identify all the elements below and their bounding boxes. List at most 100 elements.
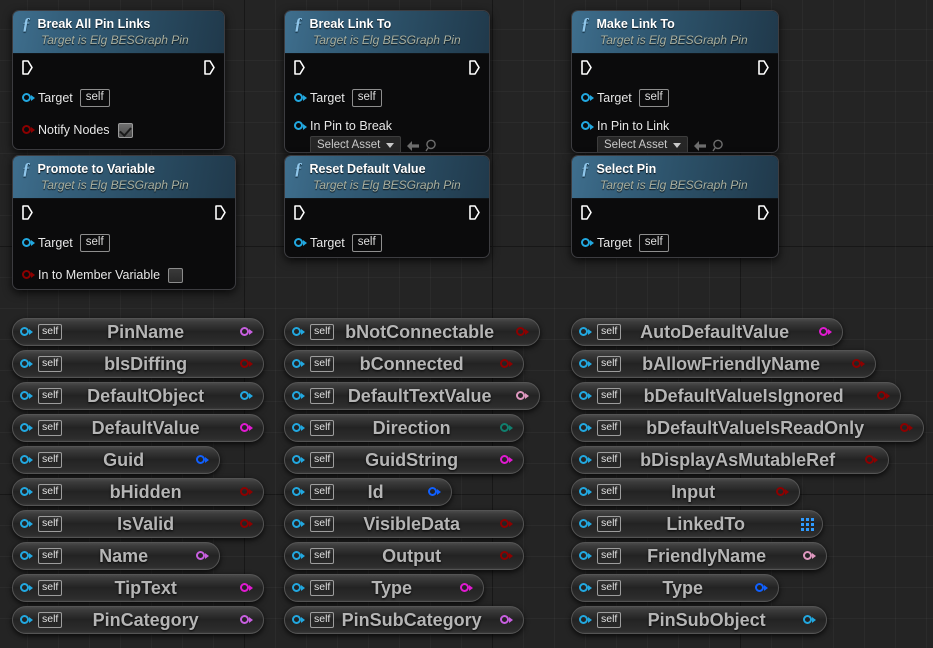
- node-header[interactable]: ƒ Reset Default Value Target is Elg BESGra…: [285, 156, 489, 199]
- exec-in-pin[interactable]: [294, 205, 305, 220]
- pin-checkbox[interactable]: [117, 122, 133, 138]
- pin-connector[interactable]: [20, 550, 33, 563]
- pin-checkbox[interactable]: [168, 267, 184, 283]
- self-value-box[interactable]: self: [597, 580, 622, 596]
- self-value-box[interactable]: self: [38, 388, 63, 404]
- variable-getter-node[interactable]: self Id: [284, 478, 452, 506]
- exec-in-pin[interactable]: [581, 205, 592, 220]
- pin-connector[interactable]: [20, 486, 33, 499]
- blueprint-graph-canvas[interactable]: ƒ Break All Pin Links Target is Elg BESGra…: [0, 0, 933, 648]
- pin-connector[interactable]: [428, 486, 441, 499]
- pin-connector[interactable]: [581, 237, 594, 250]
- pin-connector[interactable]: [20, 422, 33, 435]
- self-value-box[interactable]: self: [38, 452, 63, 468]
- use-selected-asset-icon[interactable]: [406, 140, 420, 152]
- use-selected-asset-icon[interactable]: [693, 140, 707, 152]
- pin-connector[interactable]: [776, 486, 789, 499]
- variable-getter-node[interactable]: self AutoDefaultValue: [571, 318, 843, 346]
- pin-connector[interactable]: [292, 614, 305, 627]
- pin-connector[interactable]: [579, 486, 592, 499]
- variable-getter-node[interactable]: self bDefaultValueIsIgnored: [571, 382, 901, 410]
- pin-connector[interactable]: [22, 237, 35, 250]
- pin-connector[interactable]: [579, 326, 592, 339]
- self-value-box[interactable]: self: [79, 89, 110, 107]
- function-node[interactable]: ƒ Break All Pin Links Target is Elg BESGra…: [12, 10, 225, 150]
- pin-connector[interactable]: [292, 422, 305, 435]
- pin-connector[interactable]: [22, 269, 35, 282]
- self-value-box[interactable]: self: [597, 516, 622, 532]
- node-header[interactable]: ƒ Make Link To Target is Elg BESGraph Pin: [572, 11, 778, 54]
- pin-connector[interactable]: [579, 358, 592, 371]
- pin-connector[interactable]: [579, 582, 592, 595]
- pin-connector[interactable]: [516, 390, 529, 403]
- variable-getter-node[interactable]: self bAllowFriendlyName: [571, 350, 876, 378]
- pin-connector[interactable]: [500, 518, 513, 531]
- pin-connector[interactable]: [240, 326, 253, 339]
- self-value-box[interactable]: self: [38, 420, 63, 436]
- pin-connector[interactable]: [196, 454, 209, 467]
- pin-connector[interactable]: [579, 518, 592, 531]
- exec-out-pin[interactable]: [758, 205, 769, 220]
- pin-connector[interactable]: [294, 120, 307, 133]
- variable-getter-node[interactable]: self bNotConnectable: [284, 318, 540, 346]
- pin-connector[interactable]: [240, 614, 253, 627]
- pin-connector[interactable]: [755, 582, 768, 595]
- self-value-box[interactable]: self: [310, 388, 335, 404]
- pin-connector[interactable]: [581, 120, 594, 133]
- variable-getter-node[interactable]: self GuidString: [284, 446, 524, 474]
- variable-getter-node[interactable]: self Output: [284, 542, 524, 570]
- pin-connector[interactable]: [240, 486, 253, 499]
- pin-connector[interactable]: [579, 454, 592, 467]
- variable-getter-node[interactable]: self Input: [571, 478, 800, 506]
- node-header[interactable]: ƒ Promote to Variable Target is Elg BESGra…: [13, 156, 235, 199]
- pin-connector[interactable]: [865, 454, 878, 467]
- node-header[interactable]: ƒ Break All Pin Links Target is Elg BESGra…: [13, 11, 224, 54]
- self-value-box[interactable]: self: [310, 612, 335, 628]
- variable-getter-node[interactable]: self FriendlyName: [571, 542, 827, 570]
- self-value-box[interactable]: self: [38, 580, 63, 596]
- pin-connector[interactable]: [20, 390, 33, 403]
- self-value-box[interactable]: self: [597, 548, 622, 564]
- pin-connector[interactable]: [581, 92, 594, 105]
- asset-select-dropdown[interactable]: Select Asset: [597, 136, 689, 152]
- self-value-box[interactable]: self: [310, 580, 335, 596]
- pin-connector[interactable]: [803, 614, 816, 627]
- pin-connector[interactable]: [240, 390, 253, 403]
- pin-connector[interactable]: [460, 582, 473, 595]
- exec-out-pin[interactable]: [758, 60, 769, 75]
- variable-getter-node[interactable]: self PinName: [12, 318, 264, 346]
- node-header[interactable]: ƒ Break Link To Target is Elg BESGraph Pin: [285, 11, 489, 54]
- self-value-box[interactable]: self: [310, 452, 335, 468]
- variable-getter-node[interactable]: self PinCategory: [12, 606, 264, 634]
- self-value-box[interactable]: self: [597, 484, 622, 500]
- pin-connector[interactable]: [20, 582, 33, 595]
- pin-connector[interactable]: [500, 358, 513, 371]
- variable-getter-node[interactable]: self bHidden: [12, 478, 264, 506]
- self-value-box[interactable]: self: [351, 89, 382, 107]
- pin-connector[interactable]: [240, 518, 253, 531]
- array-output-pin[interactable]: [801, 517, 814, 531]
- pin-connector[interactable]: [500, 454, 513, 467]
- self-value-box[interactable]: self: [310, 484, 335, 500]
- pin-connector[interactable]: [292, 390, 305, 403]
- pin-connector[interactable]: [20, 518, 33, 531]
- self-value-box[interactable]: self: [38, 548, 63, 564]
- exec-in-pin[interactable]: [294, 60, 305, 75]
- variable-getter-node[interactable]: self IsValid: [12, 510, 264, 538]
- pin-connector[interactable]: [877, 390, 890, 403]
- pin-connector[interactable]: [852, 358, 865, 371]
- variable-getter-node[interactable]: self Type: [571, 574, 779, 602]
- self-value-box[interactable]: self: [597, 420, 622, 436]
- browse-asset-icon[interactable]: [712, 139, 725, 152]
- function-node[interactable]: ƒ Promote to Variable Target is Elg BESGra…: [12, 155, 236, 290]
- pin-connector[interactable]: [500, 614, 513, 627]
- pin-connector[interactable]: [22, 92, 35, 105]
- exec-in-pin[interactable]: [22, 60, 33, 75]
- pin-connector[interactable]: [292, 582, 305, 595]
- variable-getter-node[interactable]: self LinkedTo: [571, 510, 823, 538]
- function-node[interactable]: ƒ Make Link To Target is Elg BESGraph Pin T…: [571, 10, 779, 153]
- pin-connector[interactable]: [196, 550, 209, 563]
- pin-connector[interactable]: [292, 454, 305, 467]
- pin-connector[interactable]: [20, 326, 33, 339]
- pin-connector[interactable]: [579, 614, 592, 627]
